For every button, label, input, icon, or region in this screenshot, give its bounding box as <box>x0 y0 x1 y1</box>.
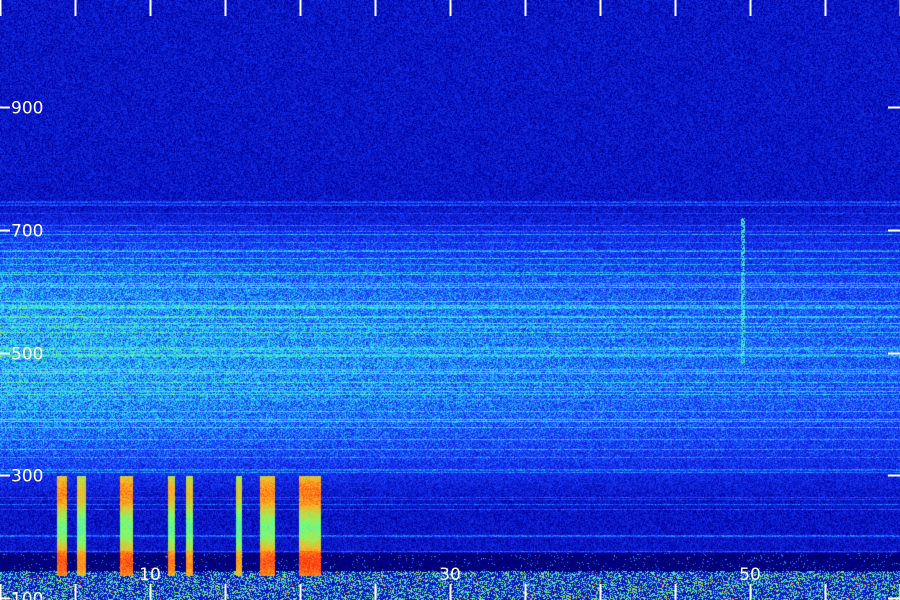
y-tick-label: 300 <box>11 467 43 487</box>
y-tick-label: 500 <box>11 345 43 365</box>
y-tick-label: 700 <box>11 222 43 242</box>
y-tick-label: 900 <box>11 99 43 119</box>
y-tick-labels: 100 300 500 700 900 <box>11 99 43 600</box>
x-tick-label: 50 <box>739 565 761 585</box>
x-ticks-bottom <box>0 584 900 600</box>
x-ticks-top <box>0 0 900 16</box>
spectrogram-axes: 10 30 50 100 300 500 700 900 <box>0 0 900 600</box>
x-tick-label: 10 <box>139 565 161 585</box>
y-tick-label: 100 <box>11 590 43 600</box>
x-tick-labels: 10 30 50 <box>139 565 761 585</box>
y-ticks-right <box>888 106 900 600</box>
x-tick-label: 30 <box>439 565 461 585</box>
y-ticks-left <box>0 106 10 600</box>
